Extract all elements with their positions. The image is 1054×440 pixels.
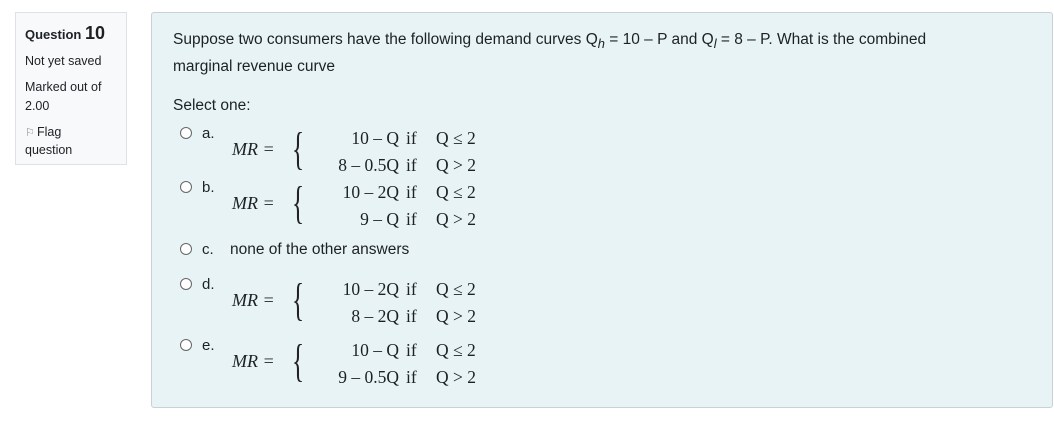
grade-value: 2.00 [25,99,50,113]
cond-1: Q ≤ 2 [436,128,476,148]
question-text-part: = 10 – P and Q [604,31,714,48]
flag-question-link[interactable]: ⚐ Flag question [25,124,117,159]
brace-icon: { [292,177,305,228]
flag-icon: ⚐ [25,127,35,139]
option-letter: a. [202,125,215,142]
question-state: Not yet saved [25,54,102,68]
select-one-label: Select one: [173,97,251,114]
if-1: if [406,128,417,148]
radio-b[interactable] [180,181,192,193]
option-letter: d. [202,276,215,293]
expr-2: 9 – 0.5Q [338,367,399,387]
question-text-part: Suppose two consumers have the following… [173,31,598,48]
brace-icon: { [292,335,305,386]
if-2: if [406,367,417,387]
expr-2: 9 – Q [360,209,399,229]
if-2: if [406,306,417,326]
question-text-line2: marginal revenue curve [173,58,335,76]
cond-1: Q ≤ 2 [436,340,476,360]
cond-2: Q > 2 [436,367,477,387]
question-number: Question 10 [25,23,117,44]
if-1: if [406,182,417,202]
if-1: if [406,279,417,299]
brace-icon: { [292,123,305,174]
expr-2: 8 – 2Q [351,306,399,326]
if-2: if [406,155,417,175]
mr-label: MR = [232,290,275,310]
radio-d[interactable] [180,278,192,290]
flag-label-1: Flag [37,125,62,139]
radio-e[interactable] [180,339,192,351]
flag-label-2: question [25,143,73,157]
cond-2: Q > 2 [436,306,477,326]
mr-label: MR = [232,139,275,159]
mr-label: MR = [232,193,275,213]
option-letter: e. [202,337,215,354]
grade-label: Marked out of [25,80,102,94]
question-grade: Marked out of 2.00 [25,78,117,116]
subscript-h: h [597,36,605,52]
option-text: none of the other answers [230,241,410,258]
question-content: Suppose two consumers have the following… [151,12,1053,408]
radio-c[interactable] [180,243,192,255]
expr-1: 10 – 2Q [342,279,399,299]
cond-2: Q > 2 [436,155,477,175]
if-2: if [406,209,417,229]
expr-1: 10 – 2Q [342,182,399,202]
cond-2: Q > 2 [436,209,477,229]
option-letter: c. [202,241,214,258]
question-info-panel: Question 10 Not yet saved Marked out of … [15,12,127,165]
expr-1: 10 – Q [351,340,399,360]
question-number-value: 10 [84,23,105,43]
brace-icon: { [292,274,305,325]
option-letter: b. [202,179,215,196]
cond-1: Q ≤ 2 [436,279,476,299]
expr-1: 10 – Q [351,128,399,148]
radio-a[interactable] [180,127,192,139]
mr-label: MR = [232,351,275,371]
question-word: Question [25,27,82,42]
expr-2: 8 – 0.5Q [338,155,399,175]
question-text: Suppose two consumers have the following… [173,28,1033,78]
if-1: if [406,340,417,360]
cond-1: Q ≤ 2 [436,182,476,202]
question-text-part: = 8 – P. What is the combined [716,31,927,48]
